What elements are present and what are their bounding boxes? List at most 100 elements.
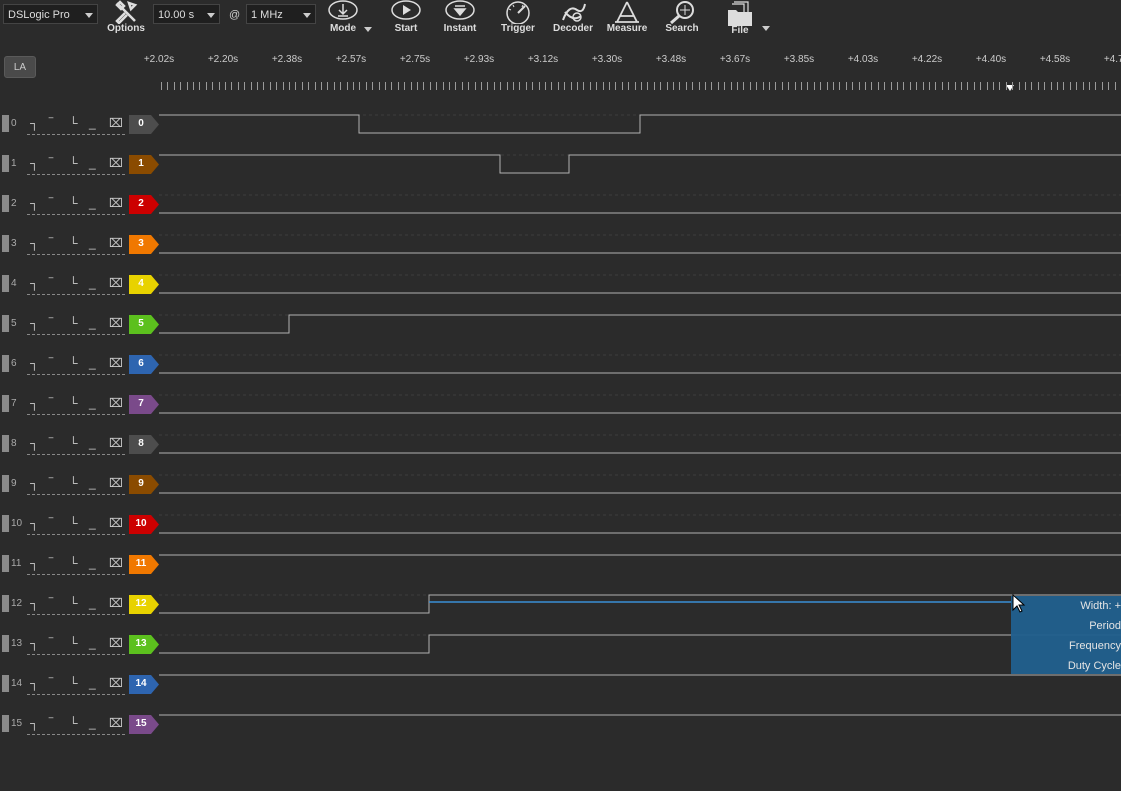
rising-edge-icon[interactable]: ┐ — [30, 197, 39, 209]
trigger-button[interactable]: Trigger — [490, 0, 546, 40]
rising-edge-icon[interactable]: ┐ — [30, 477, 39, 489]
high-level-icon[interactable]: ‾ — [49, 117, 53, 129]
low-level-icon[interactable]: _ — [89, 637, 96, 649]
channel-grip[interactable] — [2, 355, 9, 372]
falling-edge-icon[interactable]: └ — [69, 517, 78, 529]
any-edge-icon[interactable]: ⌧ — [109, 437, 123, 449]
low-level-icon[interactable]: _ — [89, 477, 96, 489]
any-edge-icon[interactable]: ⌧ — [109, 157, 123, 169]
any-edge-icon[interactable]: ⌧ — [109, 477, 123, 489]
channel-grip[interactable] — [2, 515, 9, 532]
rising-edge-icon[interactable]: ┐ — [30, 237, 39, 249]
falling-edge-icon[interactable]: └ — [69, 317, 78, 329]
high-level-icon[interactable]: ‾ — [49, 197, 53, 209]
high-level-icon[interactable]: ‾ — [49, 677, 53, 689]
any-edge-icon[interactable]: ⌧ — [109, 517, 123, 529]
rising-edge-icon[interactable]: ┐ — [30, 117, 39, 129]
channel-grip[interactable] — [2, 435, 9, 452]
channel-tag[interactable]: 8 — [129, 435, 159, 454]
channel-grip[interactable] — [2, 635, 9, 652]
rising-edge-icon[interactable]: ┐ — [30, 637, 39, 649]
la-mode-button[interactable]: LA — [4, 56, 36, 78]
samplerate-select[interactable]: 1 MHz — [246, 4, 316, 24]
high-level-icon[interactable]: ‾ — [49, 517, 53, 529]
any-edge-icon[interactable]: ⌧ — [109, 637, 123, 649]
high-level-icon[interactable]: ‾ — [49, 717, 53, 729]
start-button[interactable]: Start — [378, 0, 434, 40]
channel-tag[interactable]: 14 — [129, 675, 159, 694]
mode-button[interactable]: Mode — [315, 0, 372, 40]
falling-edge-icon[interactable]: └ — [69, 717, 78, 729]
channel-grip[interactable] — [2, 235, 9, 252]
high-level-icon[interactable]: ‾ — [49, 277, 53, 289]
low-level-icon[interactable]: _ — [89, 237, 96, 249]
falling-edge-icon[interactable]: └ — [69, 197, 78, 209]
low-level-icon[interactable]: _ — [89, 717, 96, 729]
any-edge-icon[interactable]: ⌧ — [109, 237, 123, 249]
any-edge-icon[interactable]: ⌧ — [109, 557, 123, 569]
any-edge-icon[interactable]: ⌧ — [109, 277, 123, 289]
decoder-button[interactable]: Decoder — [545, 0, 601, 40]
low-level-icon[interactable]: _ — [89, 557, 96, 569]
instant-button[interactable]: Instant — [432, 0, 488, 40]
falling-edge-icon[interactable]: └ — [69, 357, 78, 369]
channel-grip[interactable] — [2, 475, 9, 492]
any-edge-icon[interactable]: ⌧ — [109, 117, 123, 129]
falling-edge-icon[interactable]: └ — [69, 397, 78, 409]
channel-tag[interactable]: 6 — [129, 355, 159, 374]
measure-button[interactable]: Measure — [599, 0, 655, 40]
high-level-icon[interactable]: ‾ — [49, 637, 53, 649]
channel-tag[interactable]: 2 — [129, 195, 159, 214]
high-level-icon[interactable]: ‾ — [49, 317, 53, 329]
search-button[interactable]: Search — [654, 0, 710, 40]
chevron-down-icon[interactable] — [762, 26, 770, 31]
channel-tag[interactable]: 3 — [129, 235, 159, 254]
falling-edge-icon[interactable]: └ — [69, 477, 78, 489]
channel-grip[interactable] — [2, 595, 9, 612]
low-level-icon[interactable]: _ — [89, 357, 96, 369]
rising-edge-icon[interactable]: ┐ — [30, 437, 39, 449]
low-level-icon[interactable]: _ — [89, 517, 96, 529]
any-edge-icon[interactable]: ⌧ — [109, 317, 123, 329]
low-level-icon[interactable]: _ — [89, 197, 96, 209]
channel-grip[interactable] — [2, 155, 9, 172]
device-select[interactable]: DSLogic Pro — [3, 4, 98, 24]
file-button[interactable]: File — [712, 0, 770, 40]
channel-tag[interactable]: 10 — [129, 515, 159, 534]
any-edge-icon[interactable]: ⌧ — [109, 357, 123, 369]
channel-tag[interactable]: 15 — [129, 715, 159, 734]
channel-grip[interactable] — [2, 715, 9, 732]
falling-edge-icon[interactable]: └ — [69, 237, 78, 249]
falling-edge-icon[interactable]: └ — [69, 277, 78, 289]
channel-tag[interactable]: 1 — [129, 155, 159, 174]
high-level-icon[interactable]: ‾ — [49, 437, 53, 449]
channel-tag[interactable]: 4 — [129, 275, 159, 294]
channel-grip[interactable] — [2, 315, 9, 332]
rising-edge-icon[interactable]: ┐ — [30, 357, 39, 369]
time-ruler[interactable]: +2.02s +2.20s +2.38s +2.57s +2.75s +2.93s +3.1… — [144, 44, 1121, 100]
low-level-icon[interactable]: _ — [89, 677, 96, 689]
duration-select[interactable]: 10.00 s — [153, 4, 220, 24]
rising-edge-icon[interactable]: ┐ — [30, 397, 39, 409]
low-level-icon[interactable]: _ — [89, 317, 96, 329]
any-edge-icon[interactable]: ⌧ — [109, 197, 123, 209]
rising-edge-icon[interactable]: ┐ — [30, 597, 39, 609]
rising-edge-icon[interactable]: ┐ — [30, 317, 39, 329]
options-button[interactable]: Options — [98, 0, 154, 40]
rising-edge-icon[interactable]: ┐ — [30, 277, 39, 289]
channel-tag[interactable]: 9 — [129, 475, 159, 494]
channel-tag[interactable]: 5 — [129, 315, 159, 334]
channel-grip[interactable] — [2, 275, 9, 292]
channel-grip[interactable] — [2, 115, 9, 132]
channel-tag[interactable]: 11 — [129, 555, 159, 574]
high-level-icon[interactable]: ‾ — [49, 597, 53, 609]
channel-grip[interactable] — [2, 555, 9, 572]
channel-grip[interactable] — [2, 675, 9, 692]
low-level-icon[interactable]: _ — [89, 277, 96, 289]
low-level-icon[interactable]: _ — [89, 437, 96, 449]
low-level-icon[interactable]: _ — [89, 597, 96, 609]
any-edge-icon[interactable]: ⌧ — [109, 677, 123, 689]
chevron-down-icon[interactable] — [364, 27, 372, 32]
falling-edge-icon[interactable]: └ — [69, 677, 78, 689]
falling-edge-icon[interactable]: └ — [69, 597, 78, 609]
